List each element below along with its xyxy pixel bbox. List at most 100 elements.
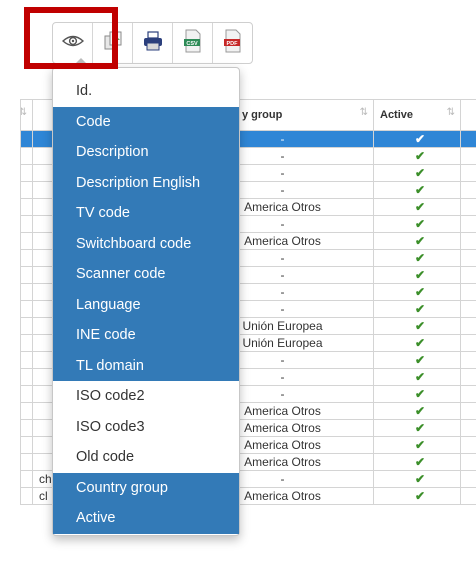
cell-active: ✔ [373,368,461,386]
column-toggle-item[interactable]: Description English [53,167,239,198]
cell-id [20,453,33,471]
csv-label: CSV [186,40,198,46]
csv-file-icon: CSV [183,29,203,58]
pdf-button[interactable]: PDF [213,23,252,63]
cell-active: ✔ [373,402,461,420]
cell-id [20,249,33,267]
pdf-file-icon: PDF [223,29,243,58]
cell-extra [460,368,476,386]
cell-id [20,232,33,250]
cell-active: ✔ [373,232,461,250]
column-header-active-label: Active [380,109,414,121]
column-toggle-item[interactable]: ISO code2 [53,381,239,412]
cell-active: ✔ [373,351,461,369]
cell-active: ✔ [373,130,461,148]
column-toggle-item[interactable]: ISO code3 [53,412,239,443]
cell-id [20,164,33,182]
cell-active: ✔ [373,215,461,233]
column-toggle-item[interactable]: Id. [53,76,239,107]
cell-id [20,385,33,403]
cell-id [20,487,33,505]
cell-id [20,419,33,437]
column-toggle-item[interactable]: TL domain [53,350,239,381]
cell-id [20,334,33,352]
cell-active: ✔ [373,385,461,403]
cell-extra [460,487,476,505]
column-header-active[interactable]: Active ⇅ [373,99,461,131]
cell-id [20,283,33,301]
column-toggle-item[interactable]: Description [53,137,239,168]
column-visibility-dropdown: Id. Code Description Description English TV … [52,67,240,536]
cell-id [20,215,33,233]
cell-extra [460,215,476,233]
cell-active: ✔ [373,436,461,454]
cell-id [20,300,33,318]
cell-extra [460,385,476,403]
cell-active: ✔ [373,453,461,471]
column-toggle-item[interactable]: INE code [53,320,239,351]
cell-extra [460,453,476,471]
column-header-group-label: y group [242,109,283,121]
column-toggle-item[interactable]: TV code [53,198,239,229]
column-toggle-item[interactable]: Language [53,289,239,320]
cell-extra [460,181,476,199]
cell-active: ✔ [373,283,461,301]
cell-active: ✔ [373,419,461,437]
cell-extra [460,232,476,250]
cell-active: ✔ [373,147,461,165]
cell-id [20,266,33,284]
cell-id [20,351,33,369]
cell-extra [460,419,476,437]
sort-icon: ⇅ [22,107,28,118]
cell-extra [460,198,476,216]
cell-active: ✔ [373,487,461,505]
sort-icon: ⇅ [446,107,455,118]
cell-id [20,147,33,165]
cell-id [20,436,33,454]
cell-active: ✔ [373,198,461,216]
highlight-frame [24,7,118,69]
cell-extra [460,317,476,335]
cell-id [20,402,33,420]
column-toggle-item[interactable]: Active [53,503,239,534]
cell-extra [460,300,476,318]
cell-id [20,317,33,335]
cell-extra [460,470,476,488]
cell-active: ✔ [373,317,461,335]
cell-extra [460,436,476,454]
csv-button[interactable]: CSV [173,23,213,63]
column-header-id[interactable]: ⇅ [20,99,33,131]
cell-extra [460,283,476,301]
cell-active: ✔ [373,300,461,318]
print-button[interactable] [133,23,173,63]
column-toggle-item[interactable]: Old code [53,442,239,473]
cell-id [20,368,33,386]
cell-active: ✔ [373,334,461,352]
cell-extra [460,164,476,182]
cell-active: ✔ [373,164,461,182]
cell-id [20,181,33,199]
cell-active: ✔ [373,181,461,199]
cell-id [20,470,33,488]
cell-extra [460,334,476,352]
pdf-label: PDF [226,40,238,46]
cell-extra [460,351,476,369]
sort-icon: ⇅ [359,107,368,118]
column-visibility-list: Id. Code Description Description English TV … [53,76,239,534]
column-toggle-item[interactable]: Code [53,106,239,137]
cell-extra [460,147,476,165]
column-toggle-item[interactable]: Country group [53,472,239,503]
cell-active: ✔ [373,470,461,488]
cell-extra [460,130,476,148]
cell-extra [460,249,476,267]
column-toggle-item[interactable]: Scanner code [53,259,239,290]
cell-active: ✔ [373,266,461,284]
cell-id [20,198,33,216]
printer-icon [142,30,164,56]
cell-extra [460,266,476,284]
cell-active: ✔ [373,249,461,267]
column-toggle-item[interactable]: Switchboard code [53,228,239,259]
column-header-extra[interactable] [460,99,476,131]
cell-id [20,130,33,148]
cell-extra [460,402,476,420]
